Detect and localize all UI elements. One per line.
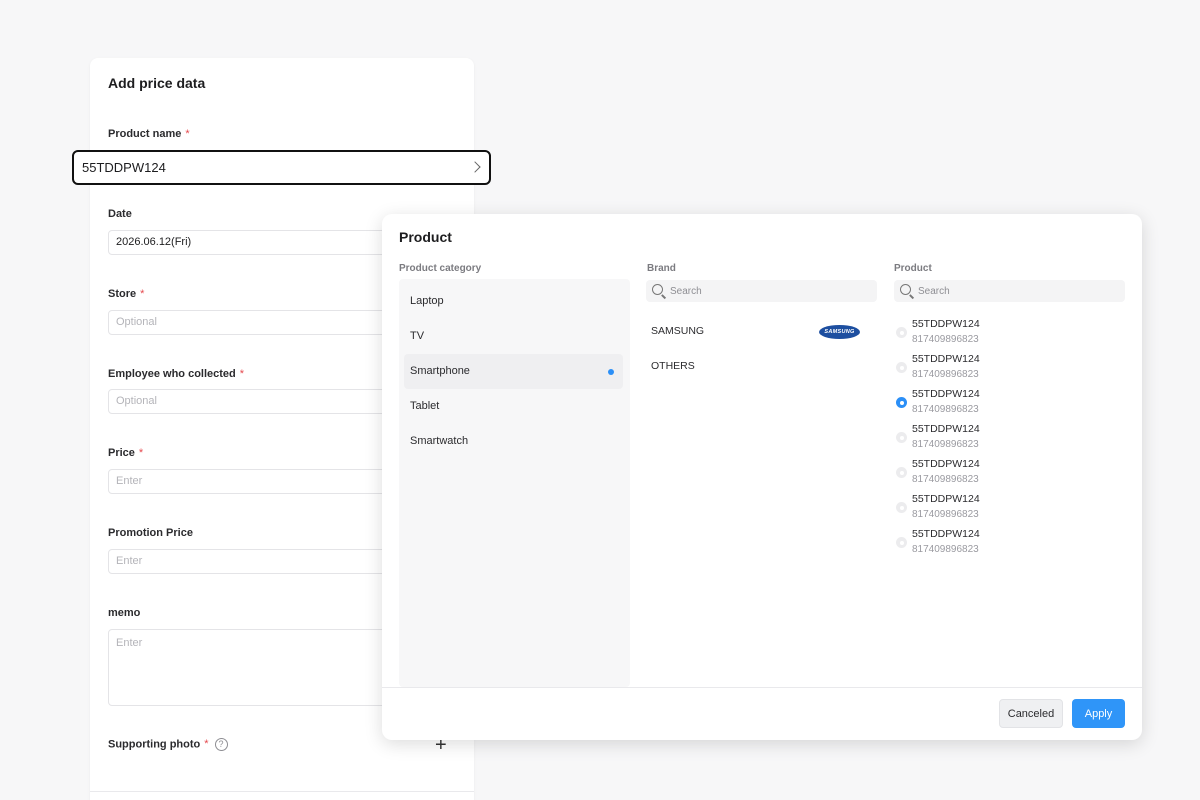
product-column-label: Product — [894, 263, 932, 274]
radio-button[interactable] — [896, 537, 907, 548]
category-item-tv[interactable]: TV — [404, 319, 623, 354]
product-item-code: 817409896823 — [912, 439, 979, 450]
store-field[interactable]: Optional — [108, 310, 408, 335]
product-item-name: 55TDDPW124 — [912, 423, 980, 435]
product-search — [894, 280, 1125, 302]
product-item-name: 55TDDPW124 — [912, 388, 980, 400]
price-field[interactable]: Enter — [108, 469, 408, 494]
product-item-code: 817409896823 — [912, 369, 979, 380]
help-icon[interactable]: ? — [214, 738, 228, 751]
required-mark: * — [239, 368, 245, 380]
date-label: Date — [108, 208, 132, 220]
product-list-item[interactable]: 55TDDPW124 817409896823 — [893, 353, 1113, 388]
category-label: Smartwatch — [410, 435, 469, 447]
brand-item-others[interactable]: OTHERS — [651, 360, 695, 372]
required-mark: * — [140, 288, 145, 300]
cancel-button[interactable]: Canceled — [999, 699, 1063, 728]
category-list: Laptop TV Smartphone Tablet Smartwatch — [399, 279, 630, 687]
price-label: Price * — [108, 447, 144, 459]
divider — [90, 791, 474, 792]
category-label: Tablet — [410, 400, 440, 412]
product-name-field[interactable]: 55TDDPW124 — [72, 150, 491, 185]
required-mark: * — [204, 738, 209, 751]
category-item-laptop[interactable]: Laptop — [404, 284, 623, 319]
modal-title: Product — [399, 229, 452, 245]
product-item-code: 817409896823 — [912, 334, 979, 345]
memo-field[interactable]: Enter — [108, 629, 408, 706]
store-label: Store * — [108, 288, 145, 300]
divider — [382, 687, 1142, 688]
product-name-value: 55TDDPW124 — [82, 160, 166, 175]
category-item-tablet[interactable]: Tablet — [404, 389, 623, 424]
product-item-name: 55TDDPW124 — [912, 318, 980, 330]
product-picker-modal: Product Product category Brand Product L… — [382, 214, 1142, 740]
search-icon — [652, 284, 663, 295]
category-item-smartphone[interactable]: Smartphone — [404, 354, 623, 389]
product-list-item[interactable]: 55TDDPW124 817409896823 — [893, 388, 1113, 423]
radio-button[interactable] — [896, 502, 907, 513]
category-label: Smartphone — [410, 365, 470, 377]
product-list-item[interactable]: 55TDDPW124 817409896823 — [893, 493, 1113, 528]
product-item-code: 817409896823 — [912, 474, 979, 485]
selected-dot-icon — [608, 369, 614, 375]
promotion-price-label: Promotion Price — [108, 527, 193, 539]
product-list-item[interactable]: 55TDDPW124 817409896823 — [893, 318, 1113, 353]
product-list-item[interactable]: 55TDDPW124 817409896823 — [893, 528, 1113, 563]
product-list-item[interactable]: 55TDDPW124 817409896823 — [893, 423, 1113, 458]
form-title: Add price data — [108, 75, 206, 91]
radio-button[interactable] — [896, 432, 907, 443]
radio-button-selected[interactable] — [896, 397, 907, 408]
brand-column-label: Brand — [647, 263, 676, 274]
product-item-name: 55TDDPW124 — [912, 493, 980, 505]
radio-button[interactable] — [896, 327, 907, 338]
category-label: TV — [410, 330, 425, 342]
promotion-price-field[interactable]: Enter — [108, 549, 408, 574]
employee-label: Employee who collected * — [108, 368, 245, 380]
product-list-item[interactable]: 55TDDPW124 817409896823 — [893, 458, 1113, 493]
search-icon — [900, 284, 911, 295]
category-label: Laptop — [410, 295, 444, 307]
product-item-code: 817409896823 — [912, 509, 979, 520]
product-item-code: 817409896823 — [912, 404, 979, 415]
chevron-right-icon — [469, 161, 481, 173]
product-item-code: 817409896823 — [912, 544, 979, 555]
employee-field[interactable]: Optional — [108, 389, 408, 414]
product-name-label: Product name * — [108, 128, 190, 140]
supporting-photo-label: Supporting photo *? — [108, 738, 228, 751]
product-item-name: 55TDDPW124 — [912, 458, 980, 470]
category-item-smartwatch[interactable]: Smartwatch — [404, 424, 623, 459]
required-mark: * — [138, 447, 144, 459]
brand-search-input[interactable] — [670, 280, 870, 302]
samsung-logo: SAMSUNG — [819, 325, 860, 339]
brand-search — [646, 280, 877, 302]
product-item-name: 55TDDPW124 — [912, 353, 980, 365]
required-mark: * — [185, 128, 190, 140]
apply-button[interactable]: Apply — [1072, 699, 1125, 728]
product-item-name: 55TDDPW124 — [912, 528, 980, 540]
radio-button[interactable] — [896, 362, 907, 373]
brand-item-samsung[interactable]: SAMSUNG — [651, 325, 704, 337]
category-column-label: Product category — [399, 263, 482, 274]
product-search-input[interactable] — [918, 280, 1118, 302]
radio-button[interactable] — [896, 467, 907, 478]
date-field[interactable]: 2026.06.12(Fri) — [108, 230, 408, 255]
memo-label: memo — [108, 607, 141, 619]
